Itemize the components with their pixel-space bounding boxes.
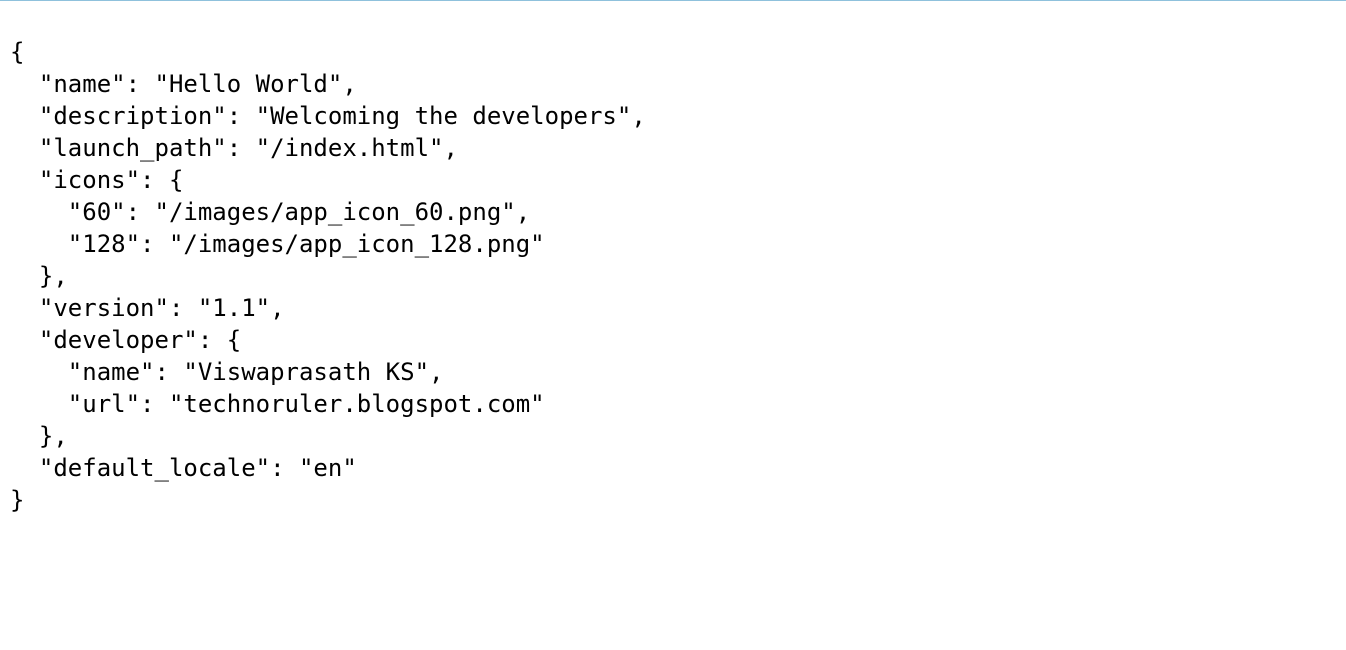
top-divider <box>0 0 1346 1</box>
json-line: "name": "Viswaprasath KS", <box>10 358 444 386</box>
json-text-document: { "name": "Hello World", "description": … <box>10 36 646 516</box>
browser-content-area: { "name": "Hello World", "description": … <box>0 0 1346 650</box>
json-line: }, <box>10 422 68 450</box>
json-line: } <box>10 486 25 514</box>
json-line: "default_locale": "en" <box>10 454 357 482</box>
json-line: "description": "Welcoming the developers… <box>10 102 646 130</box>
json-line: "developer": { <box>10 326 242 354</box>
json-line: "name": "Hello World", <box>10 70 357 98</box>
json-line: "icons": { <box>10 166 184 194</box>
json-line: "128": "/images/app_icon_128.png" <box>10 230 545 258</box>
json-line: { <box>10 38 25 66</box>
json-line: "60": "/images/app_icon_60.png", <box>10 198 531 226</box>
json-line: "launch_path": "/index.html", <box>10 134 458 162</box>
json-line: }, <box>10 262 68 290</box>
json-line: "version": "1.1", <box>10 294 285 322</box>
json-line: "url": "technoruler.blogspot.com" <box>10 390 545 418</box>
